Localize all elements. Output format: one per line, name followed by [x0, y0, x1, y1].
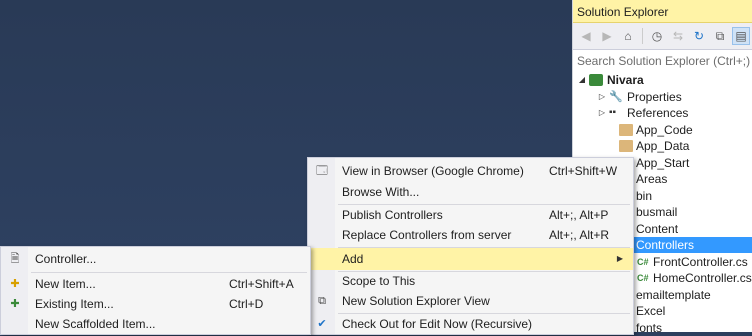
- menu-item-shortcut: Ctrl+Shift+A: [229, 277, 294, 291]
- menu-item-new-scaffolded-item[interactable]: New Scaffolded Item...: [1, 313, 310, 335]
- menu-item-label: View in Browser (Google Chrome): [342, 164, 524, 178]
- tree-node-label: Excel: [636, 304, 666, 318]
- menu-item-new-se-view[interactable]: ⧉ New Solution Explorer View: [308, 290, 633, 312]
- folder-icon: [619, 124, 633, 136]
- tree-node-label: References: [627, 106, 689, 120]
- tree-node-label: FrontController.cs: [653, 255, 748, 269]
- tree-node-label: fonts: [636, 321, 663, 335]
- show-all-files-icon[interactable]: ▤: [732, 27, 750, 45]
- solution-explorer-toolbar: ◀ ▶ ⌂ ◷ ⇆ ↻ ⧉ ▤: [573, 23, 752, 50]
- menu-item-controller[interactable]: 🗎 Controller...: [1, 248, 310, 270]
- menu-item-check-out[interactable]: ✔ Check Out for Edit Now (Recursive): [308, 313, 633, 335]
- toolbar-divider: [642, 28, 643, 44]
- menu-item-publish[interactable]: Publish Controllers Alt+;, Alt+P: [308, 204, 633, 226]
- menu-item-label: New Solution Explorer View: [342, 294, 490, 308]
- tree-node-label: App_Start: [636, 156, 690, 170]
- submenu-arrow-icon: ▶: [616, 254, 623, 263]
- controller-file-icon: 🗎: [10, 253, 20, 265]
- tree-node-project[interactable]: ◢ Nivara: [573, 72, 752, 88]
- menu-item-label: Scope to This: [342, 274, 416, 288]
- csharp-file-icon: C#: [637, 273, 649, 283]
- forward-icon[interactable]: ▶: [598, 27, 616, 45]
- folder-icon: [619, 140, 633, 152]
- expand-arrow-icon[interactable]: ▷: [597, 89, 607, 105]
- tree-node-label: Controllers: [636, 238, 695, 252]
- tree-node-label: Areas: [636, 172, 668, 186]
- tree-node-properties[interactable]: ▷ 🔧 Properties: [573, 89, 752, 105]
- menu-item-shortcut: Alt+;, Alt+P: [549, 208, 609, 222]
- menu-item-label: Browse With...: [342, 185, 420, 199]
- menu-item-shortcut: Ctrl+D: [229, 297, 264, 311]
- references-icon: ▪▪: [609, 107, 617, 118]
- tree-node-label: bin: [636, 189, 653, 203]
- back-icon[interactable]: ◀: [577, 27, 595, 45]
- menu-item-label: Existing Item...: [35, 297, 114, 311]
- menu-item-shortcut: Alt+;, Alt+R: [549, 228, 610, 242]
- search-input[interactable]: Search Solution Explorer (Ctrl+;): [573, 50, 752, 73]
- menu-item-label: Replace Controllers from server: [342, 228, 512, 242]
- menu-item-add[interactable]: Add ▶: [308, 248, 633, 270]
- tree-node-references[interactable]: ▷ ▪▪ References: [573, 105, 752, 121]
- menu-item-browse-with[interactable]: Browse With...: [308, 181, 633, 203]
- menu-item-label: Check Out for Edit Now (Recursive): [342, 317, 533, 331]
- tree-node-label: Properties: [627, 90, 682, 104]
- new-view-icon: ⧉: [318, 295, 326, 307]
- tree-node-folder[interactable]: App_Code: [573, 122, 752, 138]
- menu-item-new-item[interactable]: ✚ New Item... Ctrl+Shift+A: [1, 273, 310, 295]
- add-submenu: 🗎 Controller... ✚ New Item... Ctrl+Shift…: [0, 246, 311, 335]
- web-project-icon: [589, 74, 603, 86]
- collapse-all-icon[interactable]: ⧉: [711, 27, 729, 45]
- menu-item-label: New Item...: [35, 277, 96, 291]
- new-item-icon: ✚: [10, 278, 20, 290]
- tree-node-label: App_Code: [636, 123, 693, 137]
- tree-node-label: HomeController.cs: [653, 271, 752, 285]
- menu-item-existing-item[interactable]: ✚ Existing Item... Ctrl+D: [1, 293, 310, 315]
- menu-item-scope-to-this[interactable]: Scope to This: [308, 270, 633, 292]
- menu-item-replace-from-server[interactable]: Replace Controllers from server Alt+;, A…: [308, 224, 633, 246]
- menu-item-label: Publish Controllers: [342, 208, 443, 222]
- tree-node-label: App_Data: [636, 139, 690, 153]
- tree-node-folder[interactable]: App_Data: [573, 138, 752, 154]
- existing-item-icon: ✚: [10, 298, 20, 310]
- menu-item-shortcut: Ctrl+Shift+W: [549, 164, 618, 178]
- menu-item-label: Add: [342, 252, 364, 266]
- collapse-arrow-icon[interactable]: ◢: [577, 72, 587, 88]
- menu-item-view-in-browser[interactable]: 🗔 View in Browser (Google Chrome) Ctrl+S…: [308, 160, 633, 182]
- csharp-file-icon: C#: [637, 257, 649, 267]
- tree-node-label: Nivara: [607, 73, 644, 87]
- tree-node-label: Content: [636, 222, 679, 236]
- solution-explorer-title: Solution Explorer: [573, 0, 752, 23]
- tree-node-label: busmail: [636, 205, 678, 219]
- home-icon[interactable]: ⌂: [619, 27, 637, 45]
- sync-with-active-document-icon[interactable]: ⇆: [669, 27, 687, 45]
- checkmark-icon: ✔: [317, 318, 327, 330]
- expand-arrow-icon[interactable]: ▷: [597, 105, 607, 121]
- menu-item-label: New Scaffolded Item...: [35, 317, 156, 331]
- context-menu: 🗔 View in Browser (Google Chrome) Ctrl+S…: [307, 157, 634, 335]
- refresh-icon[interactable]: ↻: [690, 27, 708, 45]
- menu-item-label: Controller...: [35, 252, 97, 266]
- pending-changes-filter-icon[interactable]: ◷: [648, 27, 666, 45]
- browser-icon: 🗔: [316, 165, 328, 177]
- wrench-icon: 🔧: [609, 91, 623, 103]
- tree-node-label: emailtemplate: [636, 288, 711, 302]
